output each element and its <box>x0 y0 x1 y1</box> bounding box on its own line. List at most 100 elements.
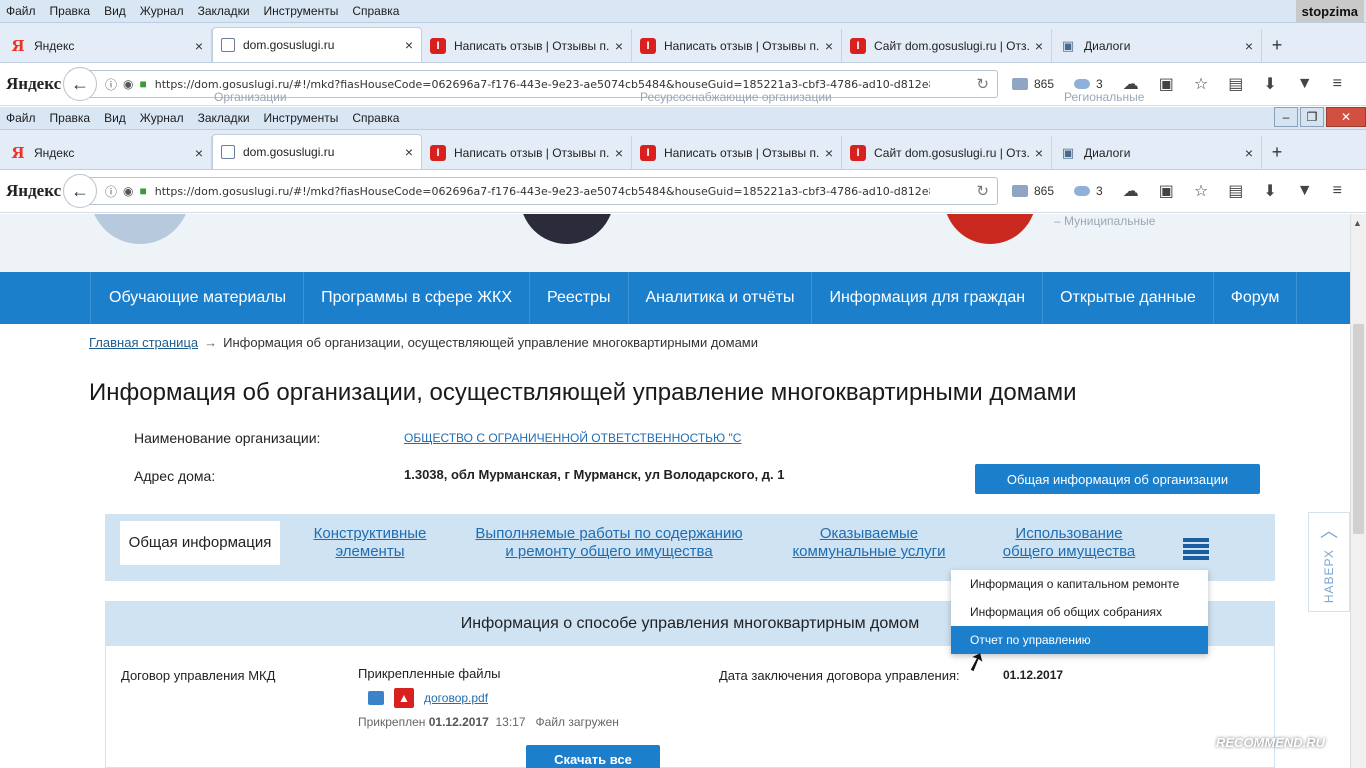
download-all-button[interactable]: Скачать все <box>526 745 660 768</box>
weather-widget[interactable]: 3 <box>1074 77 1103 91</box>
shield-icon[interactable]: ◉ <box>123 184 133 198</box>
close-icon[interactable]: × <box>1245 145 1253 161</box>
nav-citizens[interactable]: Информация для граждан <box>812 272 1044 324</box>
tab-works[interactable]: Выполняемые работы по содержанию и ремон… <box>473 521 745 565</box>
category-badge-org[interactable] <box>90 214 190 244</box>
tab-review-1[interactable]: I Написать отзыв | Отзывы п... × <box>422 29 632 62</box>
close-icon[interactable]: × <box>405 37 413 53</box>
tab-utilities[interactable]: Оказываемые коммунальные услуги <box>789 521 949 565</box>
dropdown-capital-repair[interactable]: Информация о капитальном ремонте <box>951 570 1208 598</box>
org-name-link[interactable]: ОБЩЕСТВО С ОГРАНИЧЕННОЙ ОТВЕТСТВЕННОСТЬЮ… <box>404 431 741 445</box>
menu-icon[interactable]: ≡ <box>1333 75 1342 93</box>
minimize-icon[interactable]: – <box>1274 107 1298 127</box>
tab-dialogs[interactable]: ▣ Диалоги × <box>1052 136 1262 169</box>
close-icon[interactable]: × <box>1245 38 1253 54</box>
menu-tools[interactable]: Инструменты <box>264 4 339 18</box>
nav-training[interactable]: Обучающие материалы <box>90 272 305 324</box>
info-icon[interactable]: ⓘ <box>105 183 117 200</box>
close-icon[interactable]: × <box>405 144 413 160</box>
category-badge-resource[interactable] <box>520 214 614 244</box>
tab-review-3[interactable]: I Сайт dom.gosuslugi.ru | Отз... × <box>842 29 1052 62</box>
nav-registries[interactable]: Реестры <box>530 272 629 324</box>
scroll-to-top-button[interactable]: ︿ НАВЕРХ <box>1308 512 1350 612</box>
mail-widget[interactable]: 865 <box>1012 184 1054 198</box>
download-icon[interactable]: ⬇ <box>1263 74 1276 94</box>
cloud-drive-icon[interactable]: ☁ <box>1123 181 1139 201</box>
back-arrow-icon[interactable]: ← <box>63 174 97 208</box>
nav-forum[interactable]: Форум <box>1214 272 1298 324</box>
url-text[interactable]: https://dom.gosuslugi.ru/#!/mkd?fiasHous… <box>155 78 930 91</box>
menu-file[interactable]: Файл <box>6 111 36 125</box>
nav-open-data[interactable]: Открытые данные <box>1043 272 1214 324</box>
screenshot-icon[interactable]: ▣ <box>1159 181 1174 201</box>
new-tab-button[interactable]: + <box>1262 29 1292 62</box>
star-icon[interactable]: ☆ <box>1194 74 1208 94</box>
menu-file[interactable]: Файл <box>6 4 36 18</box>
menu-history[interactable]: Журнал <box>140 111 184 125</box>
menu-view[interactable]: Вид <box>104 4 126 18</box>
tab-gosuslugi[interactable]: dom.gosuslugi.ru × <box>212 134 422 169</box>
reading-list-icon[interactable]: ▤ <box>1228 74 1243 94</box>
close-icon[interactable]: × <box>1035 38 1043 54</box>
tab-yandex[interactable]: Я Яндекс × <box>2 29 212 62</box>
page-scrollbar[interactable]: ▲ <box>1350 214 1366 768</box>
url-text[interactable]: https://dom.gosuslugi.ru/#!/mkd?fiasHous… <box>155 185 930 198</box>
menu-bookmarks[interactable]: Закладки <box>198 111 250 125</box>
tab-review-1[interactable]: I Написать отзыв | Отзывы п... × <box>422 136 632 169</box>
scroll-up-icon[interactable]: ▲ <box>1353 218 1362 228</box>
pocket-icon[interactable]: ▼ <box>1297 75 1313 93</box>
address-bar[interactable]: ← ⓘ ◉ ■ https://dom.gosuslugi.ru/#!/mkd?fi… <box>63 67 998 101</box>
file-link[interactable]: договор.pdf <box>424 691 488 705</box>
reading-list-icon[interactable]: ▤ <box>1228 181 1243 201</box>
menu-bookmarks[interactable]: Закладки <box>198 4 250 18</box>
reload-icon[interactable]: ↻ <box>976 182 989 200</box>
category-badge-regional[interactable] <box>944 214 1036 244</box>
close-icon[interactable]: × <box>615 38 623 54</box>
screenshot-icon[interactable]: ▣ <box>1159 74 1174 94</box>
weather-widget[interactable]: 3 <box>1074 184 1103 198</box>
tab-dialogs[interactable]: ▣ Диалоги × <box>1052 29 1262 62</box>
tab-general-info[interactable]: Общая информация <box>120 521 280 565</box>
scrollbar-thumb[interactable] <box>1353 324 1364 534</box>
tab-review-3[interactable]: I Сайт dom.gosuslugi.ru | Отз... × <box>842 136 1052 169</box>
shield-icon[interactable]: ◉ <box>123 77 133 91</box>
restore-icon[interactable]: ❐ <box>1300 107 1324 127</box>
pocket-icon[interactable]: ▼ <box>1297 182 1313 200</box>
mail-widget[interactable]: 865 <box>1012 77 1054 91</box>
menu-icon[interactable]: ≡ <box>1333 182 1342 200</box>
download-icon[interactable]: ⬇ <box>1263 181 1276 201</box>
hamburger-menu-icon[interactable] <box>1183 538 1209 560</box>
yandex-logo[interactable]: Яндекс <box>6 74 62 94</box>
menu-edit[interactable]: Правка <box>50 111 91 125</box>
close-icon[interactable]: × <box>825 145 833 161</box>
close-window-icon[interactable]: ✕ <box>1326 107 1366 127</box>
menu-history[interactable]: Журнал <box>140 4 184 18</box>
dropdown-meetings[interactable]: Информация об общих собраниях <box>951 598 1208 626</box>
breadcrumb-home[interactable]: Главная страница <box>89 335 198 350</box>
file-settings-icon[interactable] <box>368 691 384 705</box>
tab-yandex[interactable]: Я Яндекс × <box>2 136 212 169</box>
tab-gosuslugi[interactable]: dom.gosuslugi.ru × <box>212 27 422 62</box>
yandex-logo[interactable]: Яндекс <box>6 181 62 201</box>
dropdown-management-report[interactable]: Отчет по управлению <box>951 626 1208 654</box>
back-arrow-icon[interactable]: ← <box>63 67 97 101</box>
new-tab-button[interactable]: + <box>1262 136 1292 169</box>
star-icon[interactable]: ☆ <box>1194 181 1208 201</box>
close-icon[interactable]: × <box>195 38 203 54</box>
tab-common-property[interactable]: Использование общего имущества <box>995 521 1143 565</box>
menu-help[interactable]: Справка <box>352 111 399 125</box>
info-icon[interactable]: ⓘ <box>105 76 117 93</box>
close-icon[interactable]: × <box>615 145 623 161</box>
menu-help[interactable]: Справка <box>352 4 399 18</box>
menu-view[interactable]: Вид <box>104 111 126 125</box>
menu-edit[interactable]: Правка <box>50 4 91 18</box>
tab-review-2[interactable]: I Написать отзыв | Отзывы п... × <box>632 136 842 169</box>
close-icon[interactable]: × <box>1035 145 1043 161</box>
reload-icon[interactable]: ↻ <box>976 75 989 93</box>
address-bar[interactable]: ← ⓘ ◉ ■ https://dom.gosuslugi.ru/#!/mkd?fi… <box>63 174 998 208</box>
org-info-button[interactable]: Общая информация об организации <box>975 464 1260 494</box>
tab-structural[interactable]: Конструктивные элементы <box>305 521 435 565</box>
close-icon[interactable]: × <box>195 145 203 161</box>
tab-review-2[interactable]: I Написать отзыв | Отзывы п... × <box>632 29 842 62</box>
close-icon[interactable]: × <box>825 38 833 54</box>
